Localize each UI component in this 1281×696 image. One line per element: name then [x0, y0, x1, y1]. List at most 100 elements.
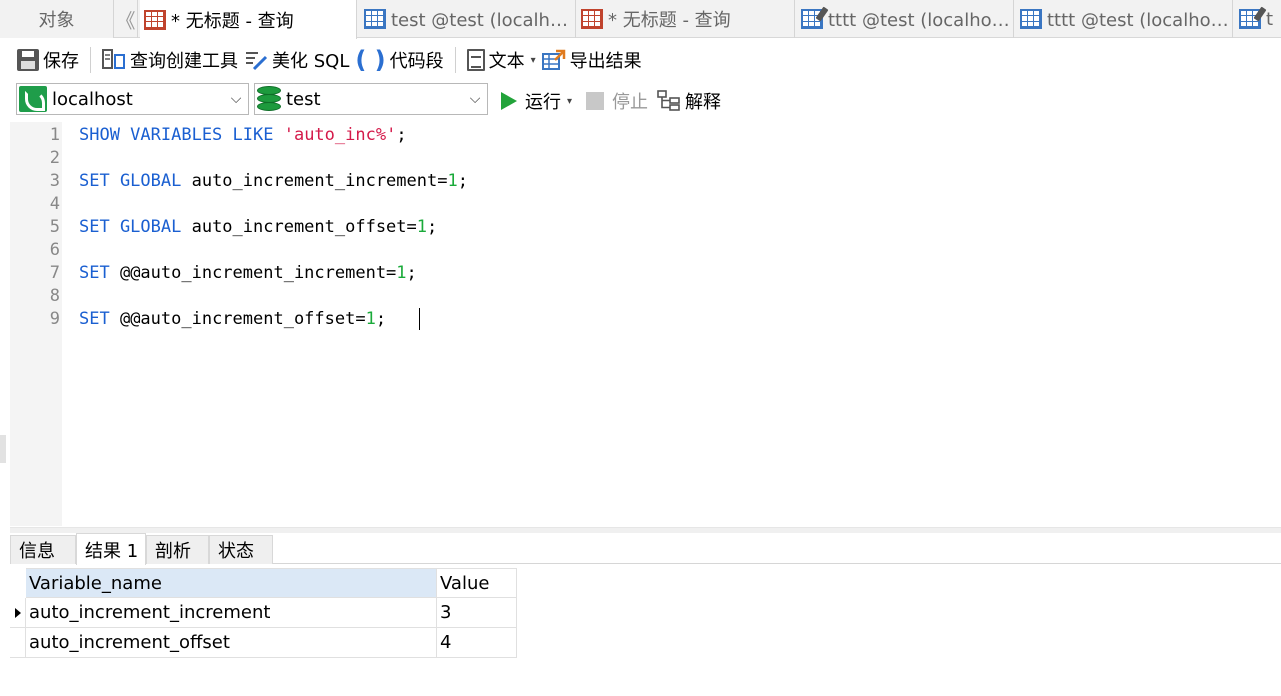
sql-editor[interactable]: 1 2 3 4 5 6 7 8 9 SHOW VARIABLES LIKE 'a… [10, 122, 1281, 526]
stop-label: 停止 [612, 92, 648, 113]
text-output-button[interactable]: 文本 ▾ [464, 44, 539, 76]
play-icon [501, 92, 517, 110]
line-number: 9 [49, 309, 60, 329]
query-table-icon [581, 9, 603, 29]
tab-title: test @test (localhost) - 表 [391, 10, 575, 31]
table-row[interactable]: auto_increment_offset 4 [10, 628, 518, 658]
tab-title: t [1266, 8, 1274, 30]
table-grid-icon [364, 9, 386, 29]
export-result-label: 导出结果 [569, 51, 642, 72]
line-number: 7 [49, 263, 60, 283]
tab-test-table[interactable]: test @test (localhost) - 表 [358, 0, 576, 38]
table-grid-icon [1020, 9, 1042, 29]
database-select[interactable]: test ⌵ [254, 83, 488, 115]
toolbar-divider [454, 47, 456, 73]
row-selector[interactable] [10, 628, 26, 658]
line-number: 2 [49, 148, 60, 168]
line-number: 4 [49, 194, 60, 214]
beautify-wand-icon [246, 52, 268, 71]
tab-tttt-design[interactable]: tttt @test (localhost) - 表 [796, 0, 1014, 38]
tab-title: * 无标题 - 查询 [171, 10, 294, 32]
code-line-1: SHOW VARIABLES LIKE 'auto_inc%'; [79, 125, 407, 145]
explain-label: 解释 [685, 92, 721, 113]
tab-info[interactable]: 信息 [10, 535, 76, 564]
snippet-label: 代码段 [389, 51, 444, 72]
tab-result-1-label: 结果 1 [85, 540, 139, 562]
tab-tttt-table[interactable]: tttt @test (localhost) - 表 [1015, 0, 1233, 38]
table-design-icon [801, 6, 829, 29]
double-chevron-left-icon: 《 [115, 8, 136, 33]
snippet-button[interactable]: ( ) 代码段 [352, 44, 446, 76]
table-design-icon [1239, 6, 1267, 29]
explain-button[interactable]: 解释 [654, 85, 724, 117]
tab-untitled-query-1[interactable]: * 无标题 - 查询 [140, 0, 357, 39]
code-line-7: SET @@auto_increment_increment=1; [79, 263, 417, 283]
tab-scroll-left-button[interactable]: 《 [114, 0, 138, 38]
stop-button[interactable]: 停止 [583, 85, 651, 117]
line-number: 1 [49, 125, 60, 145]
cell-value[interactable]: 3 [437, 598, 517, 628]
tab-status-label: 状态 [218, 541, 254, 562]
text-label: 文本 [488, 51, 525, 72]
code-line-3: SET GLOBAL auto_increment_increment=1; [79, 171, 468, 191]
tab-info-label: 信息 [19, 541, 55, 562]
tab-result-1[interactable]: 结果 1 [76, 533, 146, 565]
text-caret [419, 308, 420, 330]
dropdown-arrow-icon: ▾ [530, 54, 536, 66]
query-builder-label: 查询创建工具 [130, 51, 238, 72]
line-number: 3 [49, 171, 60, 191]
beautify-sql-button[interactable]: 美化 SQL [241, 44, 352, 76]
row-selector-header [10, 568, 26, 598]
export-table-icon [541, 49, 565, 70]
code-line-9: SET @@auto_increment_offset=1; [79, 309, 387, 329]
tab-title: * 无标题 - 查询 [608, 10, 731, 31]
result-tab-bar: 信息 结果 1 剖析 状态 [10, 533, 1281, 565]
chevron-down-icon: ⌵ [230, 91, 242, 107]
document-tab-bar: 对象 《 * 无标题 - 查询 test @test (localhost) -… [0, 0, 1281, 39]
tab-t-design[interactable]: t [1234, 0, 1281, 38]
grid-header-row: Variable_name Value [10, 568, 518, 598]
tab-title: tttt @test (localhost) - 表 [1047, 10, 1232, 31]
query-builder-icon [102, 49, 125, 69]
line-number: 6 [49, 240, 60, 260]
mysql-connection-icon [19, 86, 47, 112]
line-number: 8 [49, 286, 60, 306]
database-icon [257, 86, 281, 112]
save-button[interactable]: 保存 [14, 44, 82, 76]
row-selector[interactable] [10, 598, 26, 628]
tab-profile[interactable]: 剖析 [146, 535, 209, 564]
tab-untitled-query-2[interactable]: * 无标题 - 查询 [577, 0, 795, 38]
query-table-icon [144, 9, 166, 30]
tab-title: tttt @test (localhost) - 表 [828, 10, 1013, 31]
table-row[interactable]: auto_increment_increment 3 [10, 598, 518, 628]
code-snippet-icon: ( ) [355, 46, 386, 74]
dropdown-arrow-icon: ▾ [567, 95, 573, 107]
cell-variable-name[interactable]: auto_increment_increment [26, 598, 437, 628]
panel-resize-handle[interactable] [0, 435, 6, 463]
column-header-value[interactable]: Value [437, 568, 517, 598]
line-number: 5 [49, 217, 60, 237]
column-header-variable-name[interactable]: Variable_name [26, 568, 437, 598]
tab-objects-label: 对象 [38, 10, 75, 31]
query-builder-button[interactable]: 查询创建工具 [99, 44, 241, 76]
tab-status[interactable]: 状态 [209, 535, 273, 564]
tab-objects[interactable]: 对象 [0, 0, 114, 38]
database-value: test [286, 88, 321, 110]
save-label: 保存 [43, 51, 79, 72]
stop-square-icon [586, 92, 604, 110]
save-disk-icon [17, 49, 39, 71]
connection-select[interactable]: localhost ⌵ [16, 83, 249, 115]
beautify-sql-label: 美化 SQL [272, 51, 350, 72]
line-number-gutter: 1 2 3 4 5 6 7 8 9 [10, 122, 62, 526]
export-result-button[interactable]: 导出结果 [539, 44, 645, 76]
run-label: 运行 [525, 92, 561, 113]
cell-value[interactable]: 4 [437, 628, 517, 658]
toolbar-divider [90, 47, 91, 73]
run-button[interactable]: 运行 ▾ [498, 85, 575, 117]
tab-profile-label: 剖析 [155, 541, 191, 562]
cell-variable-name[interactable]: auto_increment_offset [26, 628, 437, 658]
explain-plan-icon [657, 90, 680, 111]
text-document-icon [466, 49, 485, 71]
current-row-icon [14, 607, 21, 618]
query-toolbar: 保存 查询创建工具 美化 SQL ( ) 代码段 文本 ▾ 导出结果 [0, 40, 1281, 80]
